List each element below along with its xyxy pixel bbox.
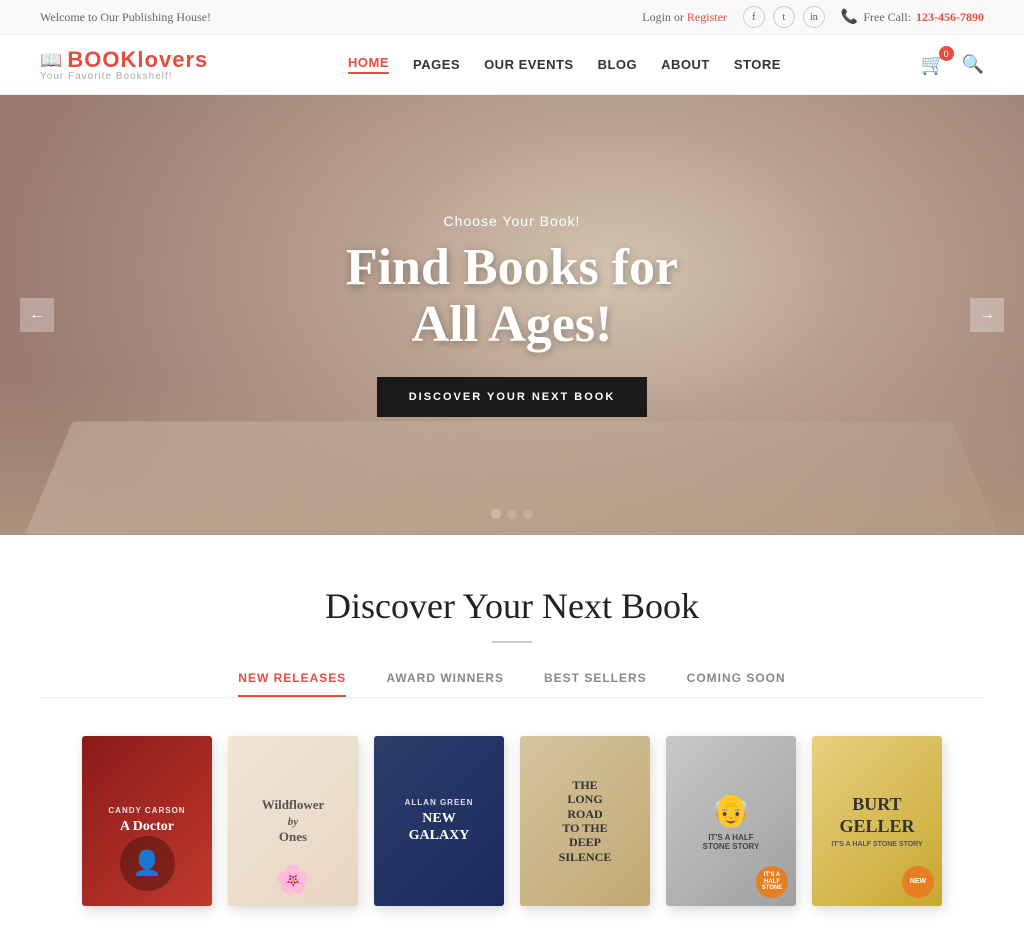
book-overlay: WildflowerbyOnes 🌸 — [228, 736, 358, 906]
book-tabs: NEW RELEASES AWARD WINNERS BEST SELLERS … — [40, 671, 984, 698]
logo[interactable]: 📖 BOOKlovers Your Favorite Bookshelf! — [40, 47, 208, 82]
book-overlay: ALLAN GREEN NEWGALAXY — [374, 736, 504, 906]
top-bar-right: Login or Register f t in 📞 Free Call: 12… — [642, 6, 984, 28]
section-divider — [492, 641, 532, 643]
logo-tagline: Your Favorite Bookshelf! — [40, 71, 173, 82]
social-icons: f t in — [743, 6, 825, 28]
logo-main: 📖 BOOKlovers — [40, 47, 208, 73]
books-section: Discover Your Next Book NEW RELEASES AWA… — [0, 535, 1024, 936]
list-item: CANDY CARSON A Doctor 👤 — [82, 736, 212, 906]
list-item: 👴 IT'S A HALFSTONE STORY IT'S A HALF STO… — [666, 736, 796, 906]
list-item: ALLAN GREEN NEWGALAXY — [374, 736, 504, 906]
hero-section: ← Choose Your Book! Find Books forAll Ag… — [0, 95, 1024, 535]
book-title: NEWGALAXY — [409, 811, 470, 845]
slider-next[interactable]: → — [970, 298, 1004, 332]
section-title: Discover Your Next Book — [40, 585, 984, 627]
book-cover[interactable]: ALLAN GREEN NEWGALAXY — [374, 736, 504, 906]
site-header: 📖 BOOKlovers Your Favorite Bookshelf! HO… — [0, 35, 1024, 95]
hero-cta-button[interactable]: DISCOVER YOUR NEXT BOOK — [377, 377, 648, 417]
book-cover[interactable]: BURTGELLER IT'S A HALF STONE STORY NEW — [812, 736, 942, 906]
nav-blog[interactable]: BLOG — [598, 57, 638, 72]
hero-title: Find Books forAll Ages! — [346, 239, 678, 353]
badge: IT'S A HALF STONE — [756, 866, 788, 898]
cart-badge: 0 — [939, 46, 954, 61]
book-cover[interactable]: 👴 IT'S A HALFSTONE STORY IT'S A HALF STO… — [666, 736, 796, 906]
tab-award-winners[interactable]: AWARD WINNERS — [386, 671, 504, 697]
book-overlay: THELONGROADTO THEDEEPSILENCE — [520, 736, 650, 906]
book-overlay: CANDY CARSON A Doctor 👤 — [82, 736, 212, 906]
book-title: THELONGROADTO THEDEEPSILENCE — [559, 778, 612, 864]
list-item: WildflowerbyOnes 🌸 — [228, 736, 358, 906]
book-author: CANDY CARSON — [108, 806, 185, 815]
phone-number[interactable]: 123-456-7890 — [916, 10, 984, 25]
instagram-icon[interactable]: in — [803, 6, 825, 28]
search-icon[interactable]: 🔍 — [962, 54, 984, 75]
hero-content: Choose Your Book! Find Books forAll Ages… — [346, 213, 678, 417]
nav-events[interactable]: OUR EVENTS — [484, 57, 574, 72]
list-item: BURTGELLER IT'S A HALF STONE STORY NEW — [812, 736, 942, 906]
register-link[interactable]: Register — [687, 10, 727, 24]
phone-area: 📞 Free Call: 123-456-7890 — [841, 9, 984, 26]
facebook-icon[interactable]: f — [743, 6, 765, 28]
nav-about[interactable]: ABOUT — [661, 57, 710, 72]
main-nav: HOME PAGES OUR EVENTS BLOG ABOUT STORE — [348, 55, 781, 74]
book-title: A Doctor — [120, 819, 174, 836]
header-actions: 🛒 0 🔍 — [921, 52, 984, 77]
slider-prev[interactable]: ← — [20, 298, 54, 332]
phone-icon: 📞 — [841, 9, 858, 26]
list-item: THELONGROADTO THEDEEPSILENCE — [520, 736, 650, 906]
nav-store[interactable]: STORE — [734, 57, 781, 72]
tab-coming-soon[interactable]: COMING SOON — [687, 671, 786, 697]
cart-button[interactable]: 🛒 0 — [921, 52, 946, 77]
book-cover[interactable]: CANDY CARSON A Doctor 👤 — [82, 736, 212, 906]
book-cover[interactable]: THELONGROADTO THEDEEPSILENCE — [520, 736, 650, 906]
top-bar: Welcome to Our Publishing House! Login o… — [0, 0, 1024, 35]
book-title: BURTGELLER — [839, 794, 914, 837]
books-grid: CANDY CARSON A Doctor 👤 WildflowerbyOnes… — [40, 726, 984, 916]
badge: NEW — [902, 866, 934, 898]
nav-pages[interactable]: PAGES — [413, 57, 460, 72]
tab-best-sellers[interactable]: BEST SELLERS — [544, 671, 647, 697]
book-cover[interactable]: WildflowerbyOnes 🌸 — [228, 736, 358, 906]
tab-new-releases[interactable]: NEW RELEASES — [238, 671, 346, 697]
login-link[interactable]: Login — [642, 10, 671, 24]
logo-text: BOOKlovers — [67, 47, 208, 73]
welcome-text: Welcome to Our Publishing House! — [40, 10, 211, 25]
twitter-icon[interactable]: t — [773, 6, 795, 28]
hero-subtitle: Choose Your Book! — [346, 213, 678, 229]
logo-icon: 📖 — [40, 50, 62, 71]
book-author: ALLAN GREEN — [405, 798, 474, 807]
phone-label: Free Call: — [863, 10, 911, 25]
book-title: WildflowerbyOnes — [262, 797, 325, 844]
auth-links[interactable]: Login or Register — [642, 10, 727, 25]
nav-home[interactable]: HOME — [348, 55, 389, 74]
